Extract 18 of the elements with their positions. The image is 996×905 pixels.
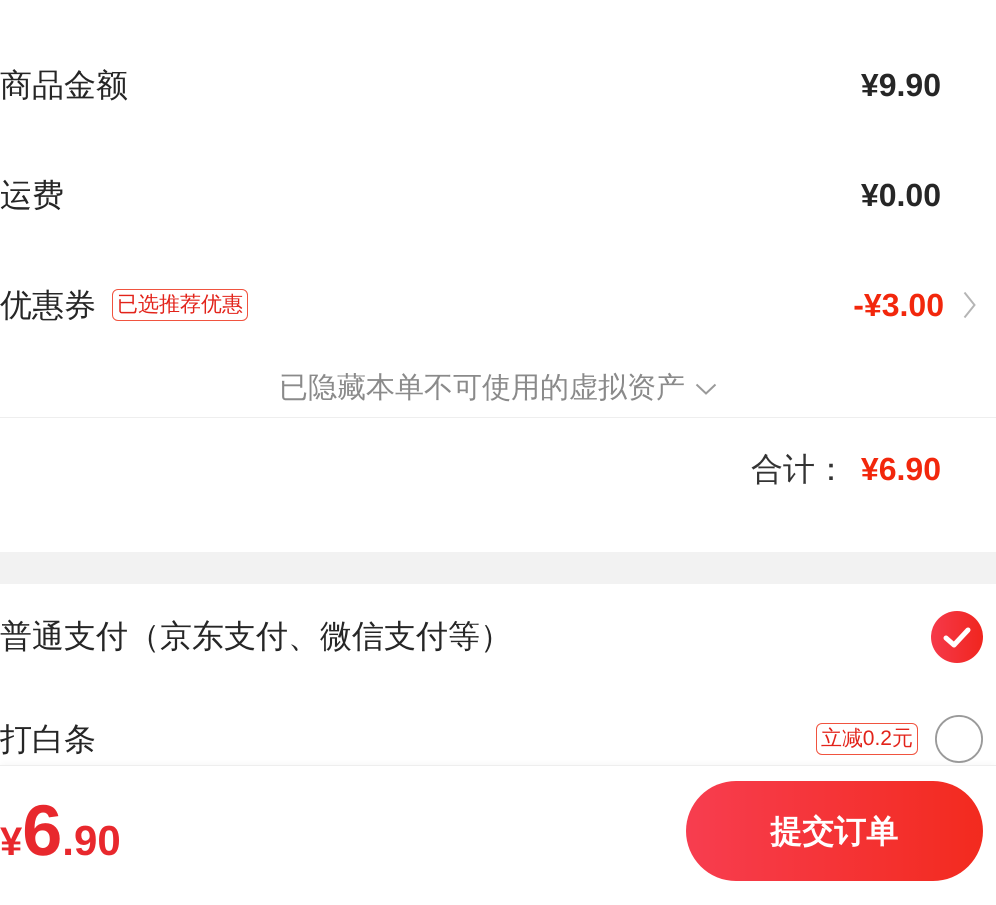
price-value: -¥3.00 (853, 286, 944, 324)
discount-tag: 立减0.2元 (816, 722, 918, 756)
chevron-down-icon[interactable] (695, 382, 717, 394)
recommended-tag: 已选推荐优惠 (112, 288, 248, 322)
price-label: 优惠券 (0, 286, 96, 324)
price-value: ¥0.00 (860, 176, 941, 214)
price-value: ¥9.90 (860, 66, 941, 104)
total-value: ¥6.90 (860, 450, 941, 489)
total-label: 合计： (750, 450, 847, 489)
checked-radio-icon[interactable] (931, 610, 983, 662)
submit-order-button[interactable]: 提交订单 (686, 780, 983, 880)
price-label: 运费 (0, 176, 64, 214)
price-label: 商品金额 (0, 66, 128, 104)
payment-option-label[interactable]: 打白条 (0, 720, 96, 758)
total-price: ¥6.90 (0, 794, 121, 866)
payment-option-label[interactable]: 普通支付（京东支付、微信支付等） (0, 617, 512, 656)
chevron-right-icon[interactable] (963, 291, 976, 319)
radio-icon[interactable] (935, 715, 983, 763)
